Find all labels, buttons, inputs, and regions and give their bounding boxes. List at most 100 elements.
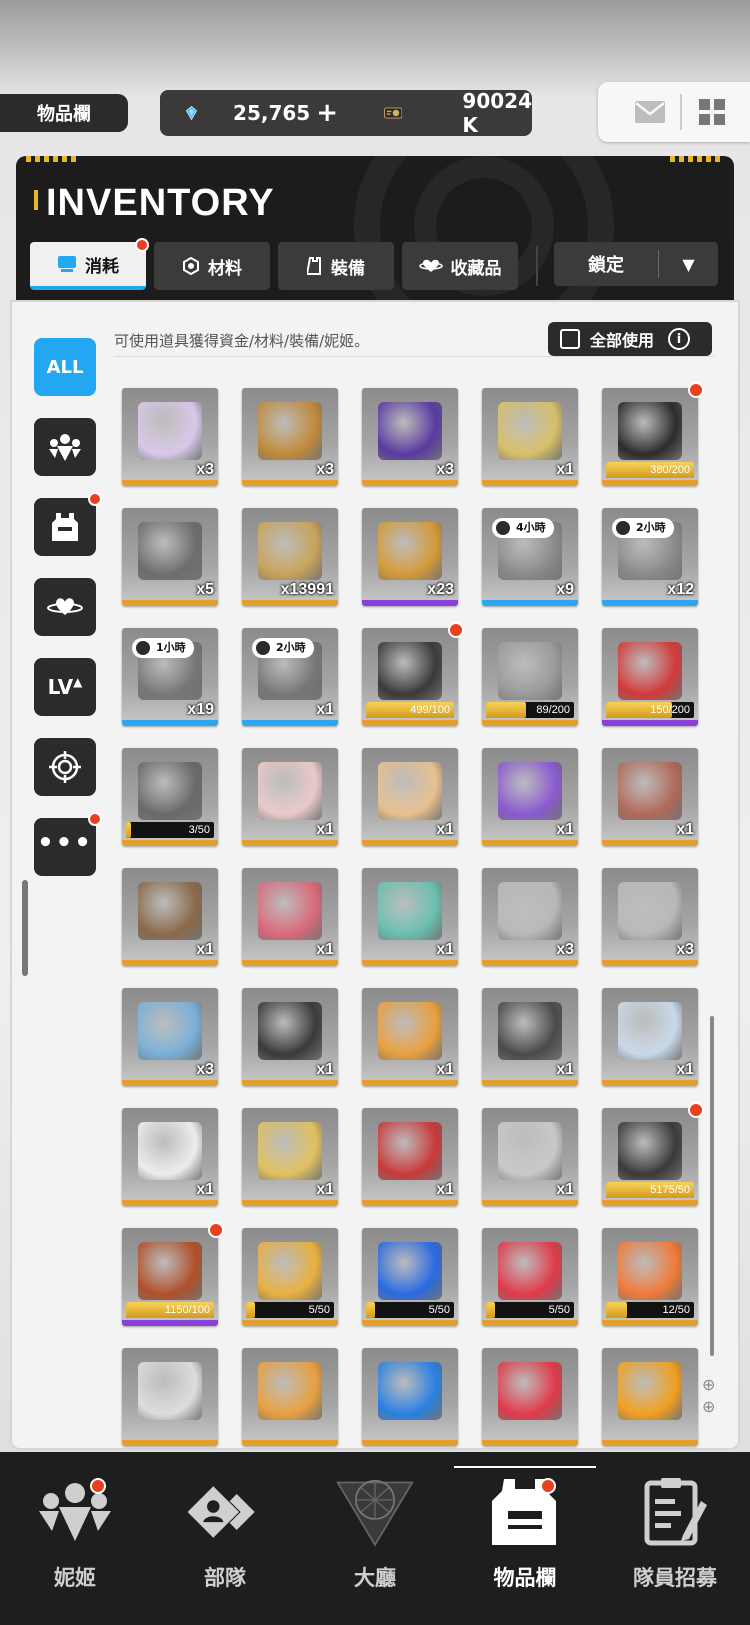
inventory-item[interactable]: x1 (482, 748, 578, 846)
nav-lobby[interactable]: 大廳 (300, 1452, 450, 1625)
inventory-item[interactable]: x23 (362, 508, 458, 606)
inventory-item[interactable]: 2小時 x1 (242, 628, 338, 726)
inventory-item[interactable]: x3 (242, 388, 338, 486)
nav-squad[interactable]: 部隊 (150, 1452, 300, 1625)
inventory-item[interactable]: 5175/50 (602, 1108, 698, 1206)
item-quantity: x9 (556, 581, 574, 598)
inventory-item[interactable]: 499/100 (362, 628, 458, 726)
inventory-item[interactable]: 12/50 (602, 1228, 698, 1326)
inventory-item[interactable]: x1 (362, 1108, 458, 1206)
inventory-item[interactable]: x1 (602, 748, 698, 846)
filter-more-button[interactable]: ••• (34, 812, 102, 876)
filter-sidebar: ALL LV ▲ ••• (34, 338, 102, 898)
item-slot: 5/50 (242, 1228, 338, 1326)
inventory-item[interactable] (482, 1348, 578, 1446)
filter-all-label: ALL (46, 356, 84, 378)
inventory-title: INVENTORY (46, 182, 275, 224)
inventory-item[interactable] (602, 1348, 698, 1446)
use-all-toggle[interactable]: 全部使用 i (548, 322, 712, 356)
filter-level-button[interactable]: LV ▲ (34, 658, 96, 716)
inventory-item[interactable]: x3 (362, 388, 458, 486)
filter-target-button[interactable] (34, 738, 96, 796)
add-gems-button[interactable]: + (316, 98, 338, 128)
filter-nikke-button[interactable] (34, 418, 96, 476)
inventory-item[interactable]: 4小時 x9 (482, 508, 578, 606)
inventory-item[interactable]: x3 (122, 988, 218, 1086)
progress-text: 5/50 (428, 1304, 450, 1316)
tab-equipment[interactable]: 裝備 (278, 242, 394, 290)
inventory-item[interactable]: 5/50 (242, 1228, 338, 1326)
mail-button[interactable] (628, 90, 672, 134)
inventory-item[interactable]: x1 (362, 988, 458, 1086)
item-image (498, 1362, 562, 1420)
inventory-item[interactable]: 5/50 (482, 1228, 578, 1326)
inventory-item[interactable]: x1 (482, 988, 578, 1086)
grid-scrollbar[interactable] (710, 1016, 714, 1356)
inventory-item[interactable]: x5 (122, 508, 218, 606)
item-slot: x1 (122, 868, 218, 966)
inventory-item[interactable]: x1 (482, 1108, 578, 1206)
item-progress-bar: 12/50 (606, 1302, 694, 1318)
inventory-item[interactable]: 1150/100 (122, 1228, 218, 1326)
use-all-label: 全部使用 (590, 331, 655, 350)
inventory-item[interactable]: x3 (482, 868, 578, 966)
inventory-item[interactable]: x1 (122, 1108, 218, 1206)
use-all-checkbox[interactable] (560, 329, 580, 349)
inventory-item[interactable]: 3/50 (122, 748, 218, 846)
info-icon[interactable]: i (668, 328, 691, 350)
filter-all-button[interactable]: ALL (34, 338, 96, 396)
menu-grid-button[interactable] (690, 90, 734, 134)
inventory-item[interactable]: x3 (122, 388, 218, 486)
rarity-bar (482, 720, 578, 726)
scroll-up-icon[interactable]: ⊕ (702, 1374, 715, 1396)
inventory-item[interactable] (242, 1348, 338, 1446)
inventory-item[interactable]: 380/200 (602, 388, 698, 486)
collectible-icon (418, 259, 443, 272)
nav-inventory[interactable]: 物品欄 (450, 1452, 600, 1625)
filter-inventory-button[interactable] (34, 492, 102, 556)
item-slot: x1 (242, 1108, 338, 1206)
inventory-item[interactable]: x3 (602, 868, 698, 966)
inventory-item[interactable]: x1 (242, 748, 338, 846)
inventory-item[interactable]: x1 (602, 988, 698, 1086)
heart-planet-icon (47, 598, 83, 615)
inventory-item[interactable]: x1 (482, 388, 578, 486)
inventory-item[interactable]: 150/200 (602, 628, 698, 726)
inventory-item[interactable]: 5/50 (362, 1228, 458, 1326)
tab-materials[interactable]: 材料 (154, 242, 270, 290)
inventory-item[interactable] (362, 1348, 458, 1446)
inventory-item[interactable]: 2小時 x12 (602, 508, 698, 606)
inventory-item[interactable]: x1 (242, 868, 338, 966)
inventory-item[interactable]: x1 (122, 868, 218, 966)
inventory-item[interactable]: 89/200 (482, 628, 578, 726)
inventory-item[interactable]: x13991 (242, 508, 338, 606)
item-slot: 380/200 (602, 382, 704, 486)
rarity-bar (602, 840, 698, 846)
item-image (258, 1242, 322, 1300)
progress-text: 5/50 (548, 1304, 570, 1316)
equipment-icon (307, 257, 321, 275)
nav-nikke[interactable]: 妮姬 (0, 1452, 150, 1625)
filter-collection-button[interactable] (34, 578, 96, 636)
inventory-item[interactable]: x1 (362, 748, 458, 846)
item-quantity: x1 (676, 1061, 694, 1078)
sidebar-scrollbar[interactable] (22, 880, 28, 976)
tab-collectibles[interactable]: 收藏品 (402, 242, 518, 290)
inventory-header: INVENTORY 消耗 材料 裝備 收藏品 鎖定 ▼ (16, 156, 734, 310)
item-progress-bar: 150/200 (606, 702, 694, 718)
rarity-bar (482, 1080, 578, 1086)
inventory-item[interactable] (122, 1348, 218, 1446)
rarity-bar (602, 1080, 698, 1086)
notification-badge (90, 1478, 106, 1494)
item-image (378, 882, 442, 940)
lock-filter-dropdown[interactable]: 鎖定 ▼ (554, 242, 718, 286)
nav-recruit[interactable]: 隊員招募 (600, 1452, 750, 1625)
scroll-down-icon[interactable]: ⊕ (702, 1396, 715, 1418)
tab-consumables[interactable]: 消耗 (30, 238, 149, 290)
inventory-item[interactable]: x1 (242, 1108, 338, 1206)
rarity-bar (362, 1440, 458, 1446)
nav-label: 物品欄 (493, 1566, 557, 1590)
inventory-item[interactable]: x1 (242, 988, 338, 1086)
inventory-item[interactable]: 1小時 x19 (122, 628, 218, 726)
inventory-item[interactable]: x1 (362, 868, 458, 966)
